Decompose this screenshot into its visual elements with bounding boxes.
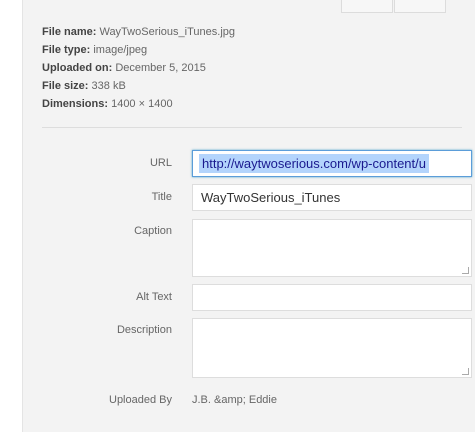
description-label: Description <box>116 324 172 336</box>
file-type-label: File type: <box>42 44 91 56</box>
file-name-label: File name: <box>42 26 97 38</box>
description-textarea[interactable] <box>192 318 472 378</box>
file-type-value: image/jpeg <box>93 44 148 56</box>
file-size-value: 338 kB <box>91 80 126 92</box>
uploaded-on-row: Uploaded on: December 5, 2015 <box>42 59 235 77</box>
previous-button[interactable] <box>341 0 393 13</box>
dimensions-value: 1400 × 1400 <box>111 98 173 110</box>
caption-textarea[interactable] <box>192 219 472 277</box>
toolbar-tabs <box>336 0 475 14</box>
url-value: http://waytwoserious.com/wp-content/u <box>199 154 429 173</box>
alt-text-label: Alt Text <box>136 291 172 303</box>
resize-handle-icon[interactable] <box>462 267 469 274</box>
file-name-row: File name: WayTwoSerious_iTunes.jpg <box>42 23 235 41</box>
url-label: URL <box>149 157 172 169</box>
file-name-value: WayTwoSerious_iTunes.jpg <box>99 26 235 38</box>
title-field[interactable]: WayTwoSerious_iTunes <box>192 184 472 211</box>
alt-text-field[interactable] <box>192 284 472 311</box>
uploaded-on-value: December 5, 2015 <box>115 62 206 74</box>
uploaded-on-label: Uploaded on: <box>42 62 113 74</box>
dimensions-label: Dimensions: <box>42 98 109 110</box>
uploaded-by-label: Uploaded By <box>109 394 172 406</box>
title-label: Title <box>151 191 172 203</box>
file-size-row: File size: 338 kB <box>42 77 235 95</box>
resize-handle-icon[interactable] <box>462 368 469 375</box>
file-details: File name: WayTwoSerious_iTunes.jpg File… <box>42 23 235 113</box>
uploaded-by-value: J.B. &amp; Eddie <box>192 394 277 406</box>
file-type-row: File type: image/jpeg <box>42 41 235 59</box>
url-field[interactable]: http://waytwoserious.com/wp-content/u <box>192 150 472 177</box>
file-size-label: File size: <box>42 80 89 92</box>
caption-label: Caption <box>134 225 172 237</box>
next-button[interactable] <box>394 0 446 13</box>
dimensions-row: Dimensions: 1400 × 1400 <box>42 95 235 113</box>
divider <box>42 127 462 128</box>
title-value: WayTwoSerious_iTunes <box>201 190 341 205</box>
